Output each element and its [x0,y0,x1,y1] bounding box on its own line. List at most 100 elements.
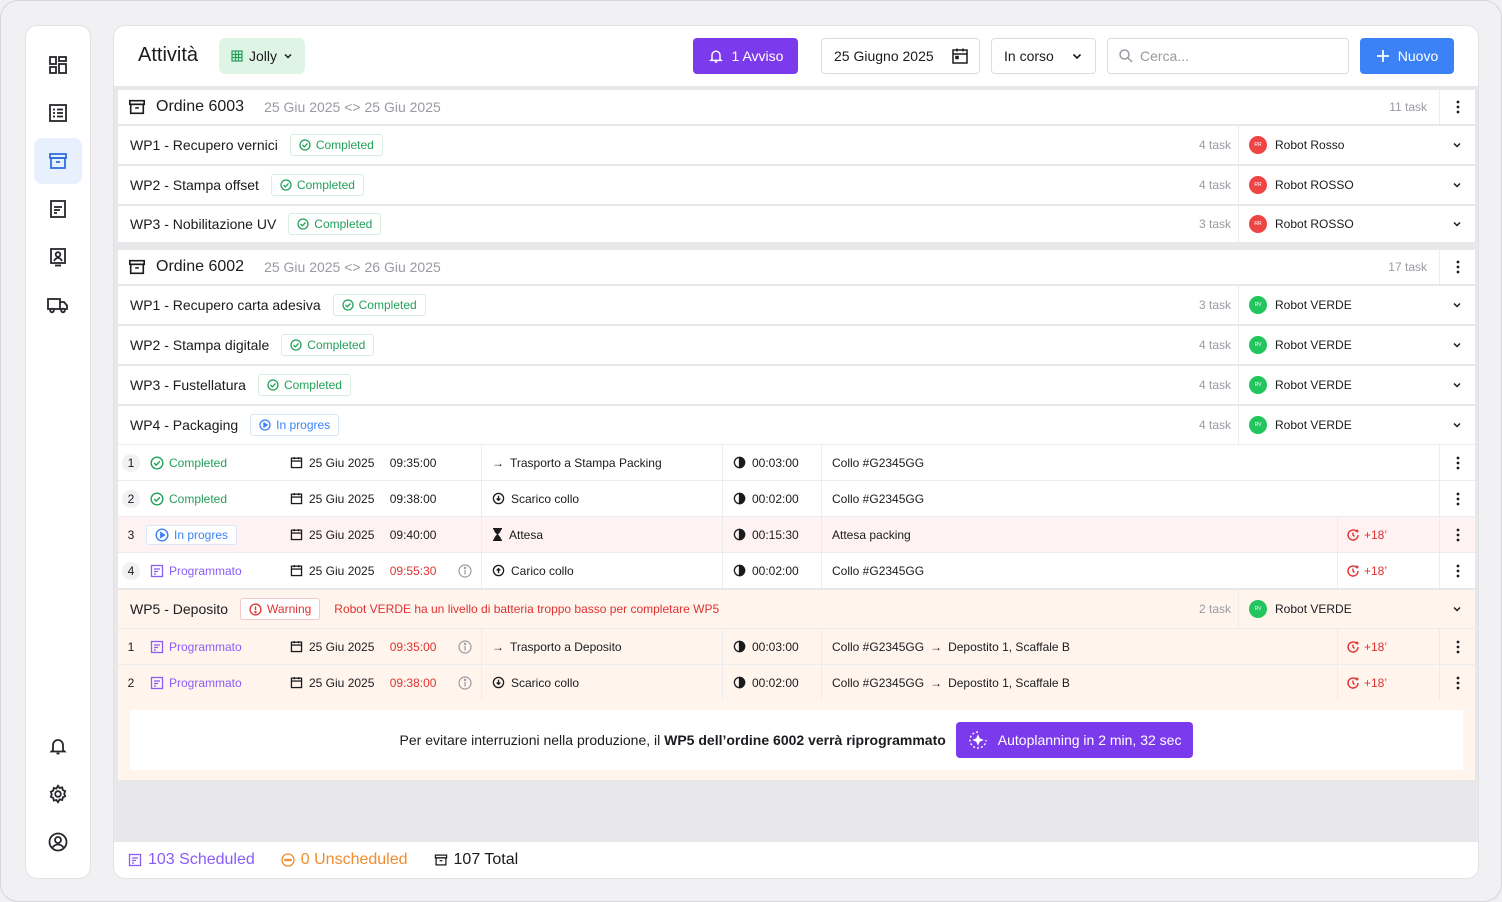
alarm-icon [1347,564,1359,577]
archive-icon [434,854,447,866]
sparkle-icon [969,731,987,749]
task-note: Collo #G2345GG [821,553,924,588]
sidebar [25,25,91,879]
wp-row[interactable]: WP4 - Packaging In progres 4 task RV Robo… [118,406,1475,444]
task-note: Collo #G2345GG → Depostito 1, Scaffale B [821,665,1070,700]
more-options-icon[interactable] [1439,445,1475,480]
task-row[interactable]: 4 Programmato 25 Giu 2025 09:55:30 Caric… [118,552,1475,588]
order-header[interactable]: Ordine 6003 25 Giu 2025 <> 25 Giu 2025 1… [118,90,1475,124]
order-header[interactable]: Ordine 6002 25 Giu 2025 <> 26 Giu 2025 1… [118,250,1475,284]
expand-chevron-icon[interactable] [1439,206,1475,242]
task-duration: 00:02:00 [722,481,822,516]
main-panel: Attività Jolly 1 Avviso 25 Giugno 2025 I… [113,25,1479,879]
dashboard-icon[interactable] [34,42,82,88]
wp-row[interactable]: WP3 - Nobilitazione UV Completed 3 task … [118,206,1475,242]
gear-icon[interactable] [34,771,82,817]
task-list: Ordine 6003 25 Giu 2025 <> 25 Giu 2025 1… [118,90,1475,780]
warning-badge: Warning [240,598,321,620]
alert-button[interactable]: 1 Avviso [693,38,798,74]
more-options-icon[interactable] [1439,250,1475,284]
date-picker[interactable]: 25 Giugno 2025 [821,38,980,74]
bell-icon[interactable] [34,723,82,769]
expand-chevron-icon[interactable] [1439,286,1475,324]
page-title: Attività [138,44,199,66]
alarm-icon [1347,676,1359,689]
task-duration: 00:15:30 [722,517,822,552]
more-options-icon[interactable] [1439,517,1475,552]
collapse-chevron-icon[interactable] [1439,406,1475,444]
more-options-icon[interactable] [1439,481,1475,516]
alarm-icon [1347,528,1359,541]
download-circle-icon [492,492,505,505]
total-count[interactable]: 107 Total [434,851,518,869]
scheduled-count[interactable]: 103 Scheduled [128,851,255,869]
archive-icon[interactable] [34,138,82,184]
more-options-icon[interactable] [1439,665,1475,700]
status-filter[interactable]: In corso [991,38,1096,74]
status-badge: Completed [270,174,364,196]
play-circle-icon [259,419,271,431]
task-row[interactable]: 2 Completed 25 Giu 2025 09:38:00 Scarico… [118,480,1475,516]
view-selector[interactable]: Jolly [219,38,306,74]
more-options-icon[interactable] [1439,553,1475,588]
calendar-icon [952,48,968,64]
unscheduled-count[interactable]: 0 Unscheduled [281,851,408,869]
wp-name: WP2 - Stampa digitale [130,337,270,353]
task-datetime: 25 Giu 2025 09:40:00 [290,528,436,542]
robot-cell: RR Robot ROSSO [1238,166,1438,204]
timer-icon [733,492,746,505]
info-icon[interactable] [458,675,472,690]
expand-chevron-icon[interactable] [1439,166,1475,204]
plus-icon [1376,50,1389,62]
footer-summary: 103 Scheduled 0 Unscheduled 107 Total [114,842,1478,878]
expand-chevron-icon[interactable] [1439,366,1475,404]
robot-cell: RV Robot VERDE [1238,326,1438,364]
expand-chevron-icon[interactable] [1439,326,1475,364]
robot-avatar: RV [1249,296,1267,314]
wp-row[interactable]: WP1 - Recupero vernici Completed 4 task … [118,126,1475,164]
scheduled-icon [150,640,164,653]
more-options-icon[interactable] [1439,629,1475,664]
task-row[interactable]: 1 Completed 25 Giu 2025 09:35:00 → Traspo… [118,444,1475,480]
autoplanning-button[interactable]: Autoplanning in 2 min, 32 sec [955,722,1194,758]
wp-name: WP1 - Recupero carta adesiva [130,297,321,313]
task-datetime: 25 Giu 2025 09:38:00 [290,676,436,690]
wp-row[interactable]: WP2 - Stampa offset Completed 4 task RR R… [118,166,1475,204]
more-options-icon[interactable] [1439,90,1475,124]
status-badge: Completed [288,213,382,235]
document-icon[interactable] [34,186,82,232]
wp-row[interactable]: WP1 - Recupero carta adesiva Completed 3… [118,286,1475,324]
status-badge: Completed [257,374,351,396]
new-button[interactable]: Nuovo [1360,38,1454,74]
wp-name: WP3 - Nobilitazione UV [130,216,277,232]
calendar-icon [290,457,303,469]
chevron-down-icon [1072,53,1082,60]
list-icon[interactable] [34,90,82,136]
task-activity: Scarico collo [481,665,723,700]
contact-card-icon[interactable] [34,234,82,280]
order-task-count: 11 task [1389,100,1427,114]
task-row[interactable]: 1 Programmato 25 Giu 2025 09:35:00 → Tras… [118,628,1475,664]
status-badge: Completed [281,334,375,356]
info-icon[interactable] [458,563,472,578]
robot-avatar: RV [1249,376,1267,394]
wp-row-warning[interactable]: WP5 - Deposito Warning Robot VERDE ha un… [118,590,1475,628]
delay-indicator: +18’ [1337,665,1439,700]
play-circle-icon [155,527,169,542]
task-activity: Scarico collo [481,481,723,516]
task-row[interactable]: 2 Programmato 25 Giu 2025 09:38:00 Scari… [118,664,1475,700]
truck-icon[interactable] [34,282,82,328]
expand-chevron-icon[interactable] [1439,126,1475,164]
task-index: 2 [127,675,135,690]
collapse-chevron-icon[interactable] [1439,590,1475,628]
task-status: Programmato [150,640,242,654]
wp-row[interactable]: WP2 - Stampa digitale Completed 4 task R… [118,326,1475,364]
arrow-right-icon: → [492,639,504,654]
user-icon[interactable] [34,819,82,865]
task-row[interactable]: 3 In progres 25 Giu 2025 09:40:00 Attesa… [118,516,1475,552]
app-frame: Attività Jolly 1 Avviso 25 Giugno 2025 I… [0,0,1502,902]
info-icon[interactable] [458,639,472,654]
search-input[interactable] [1140,48,1330,64]
wp-row[interactable]: WP3 - Fustellatura Completed 4 task RV Ro… [118,366,1475,404]
task-index: 3 [127,527,135,542]
